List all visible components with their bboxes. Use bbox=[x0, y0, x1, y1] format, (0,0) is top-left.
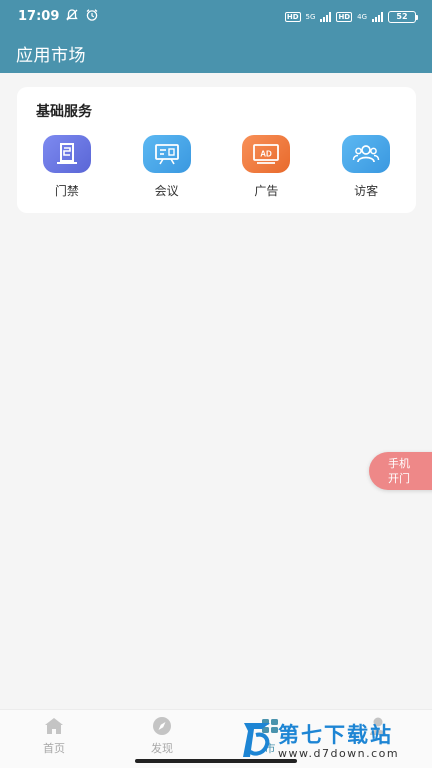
signal-icon bbox=[320, 11, 332, 22]
alarm-icon bbox=[85, 8, 99, 26]
door-access-icon bbox=[42, 135, 91, 173]
float-button-line2: 开门 bbox=[388, 472, 410, 485]
service-label: 门禁 bbox=[54, 184, 79, 198]
signal-icon-2 bbox=[372, 11, 383, 22]
tab-label: 发现 bbox=[151, 742, 173, 755]
watermark-logo-icon bbox=[240, 717, 274, 765]
watermark-title: 第七下载站 bbox=[278, 722, 393, 747]
status-left: 17:09 bbox=[18, 8, 99, 26]
status-time: 17:09 bbox=[18, 9, 60, 24]
visitor-icon bbox=[342, 135, 391, 173]
phone-open-door-button[interactable]: 手机 开门 bbox=[369, 452, 432, 490]
watermark-text: 第七下载站 www.d7down.com bbox=[278, 723, 399, 760]
service-label: 广告 bbox=[254, 184, 279, 198]
basic-services-card: 基础服务 门禁 会议 AD 广告 访客 bbox=[17, 87, 416, 213]
tab-home[interactable]: 首页 bbox=[0, 710, 108, 768]
home-icon bbox=[43, 716, 65, 736]
hd-badge-2: HD bbox=[336, 11, 353, 22]
battery-icon: 52 bbox=[388, 10, 418, 23]
network-4g-label: 4G bbox=[357, 12, 367, 21]
compass-icon bbox=[151, 716, 173, 736]
service-label: 访客 bbox=[354, 184, 379, 198]
app-header: 应用市场 bbox=[0, 33, 432, 73]
status-right: HD 5G HD 4G 52 bbox=[284, 10, 418, 23]
service-label: 会议 bbox=[154, 184, 179, 198]
page-title: 应用市场 bbox=[16, 45, 86, 66]
service-door-access[interactable]: 门禁 bbox=[27, 135, 107, 199]
section-title: 基础服务 bbox=[36, 104, 92, 120]
hd-badge: HD bbox=[284, 11, 301, 22]
mute-notification-icon bbox=[65, 8, 79, 26]
service-visitor[interactable]: 访客 bbox=[326, 135, 406, 199]
service-grid: 门禁 会议 AD 广告 访客 bbox=[17, 135, 416, 199]
network-5g-label: 5G bbox=[305, 12, 316, 21]
svg-text:AD: AD bbox=[261, 150, 273, 159]
meeting-icon bbox=[142, 135, 191, 173]
float-button-line1: 手机 bbox=[388, 457, 410, 470]
tab-label: 首页 bbox=[43, 742, 65, 755]
ad-icon: AD bbox=[242, 135, 291, 173]
battery-level: 52 bbox=[396, 12, 408, 21]
status-bar: 17:09 HD 5G HD 4G 52 bbox=[0, 0, 432, 33]
watermark-url: www.d7down.com bbox=[278, 746, 400, 760]
service-ad[interactable]: AD 广告 bbox=[226, 135, 306, 199]
home-indicator bbox=[135, 759, 297, 763]
service-meeting[interactable]: 会议 bbox=[127, 135, 207, 199]
